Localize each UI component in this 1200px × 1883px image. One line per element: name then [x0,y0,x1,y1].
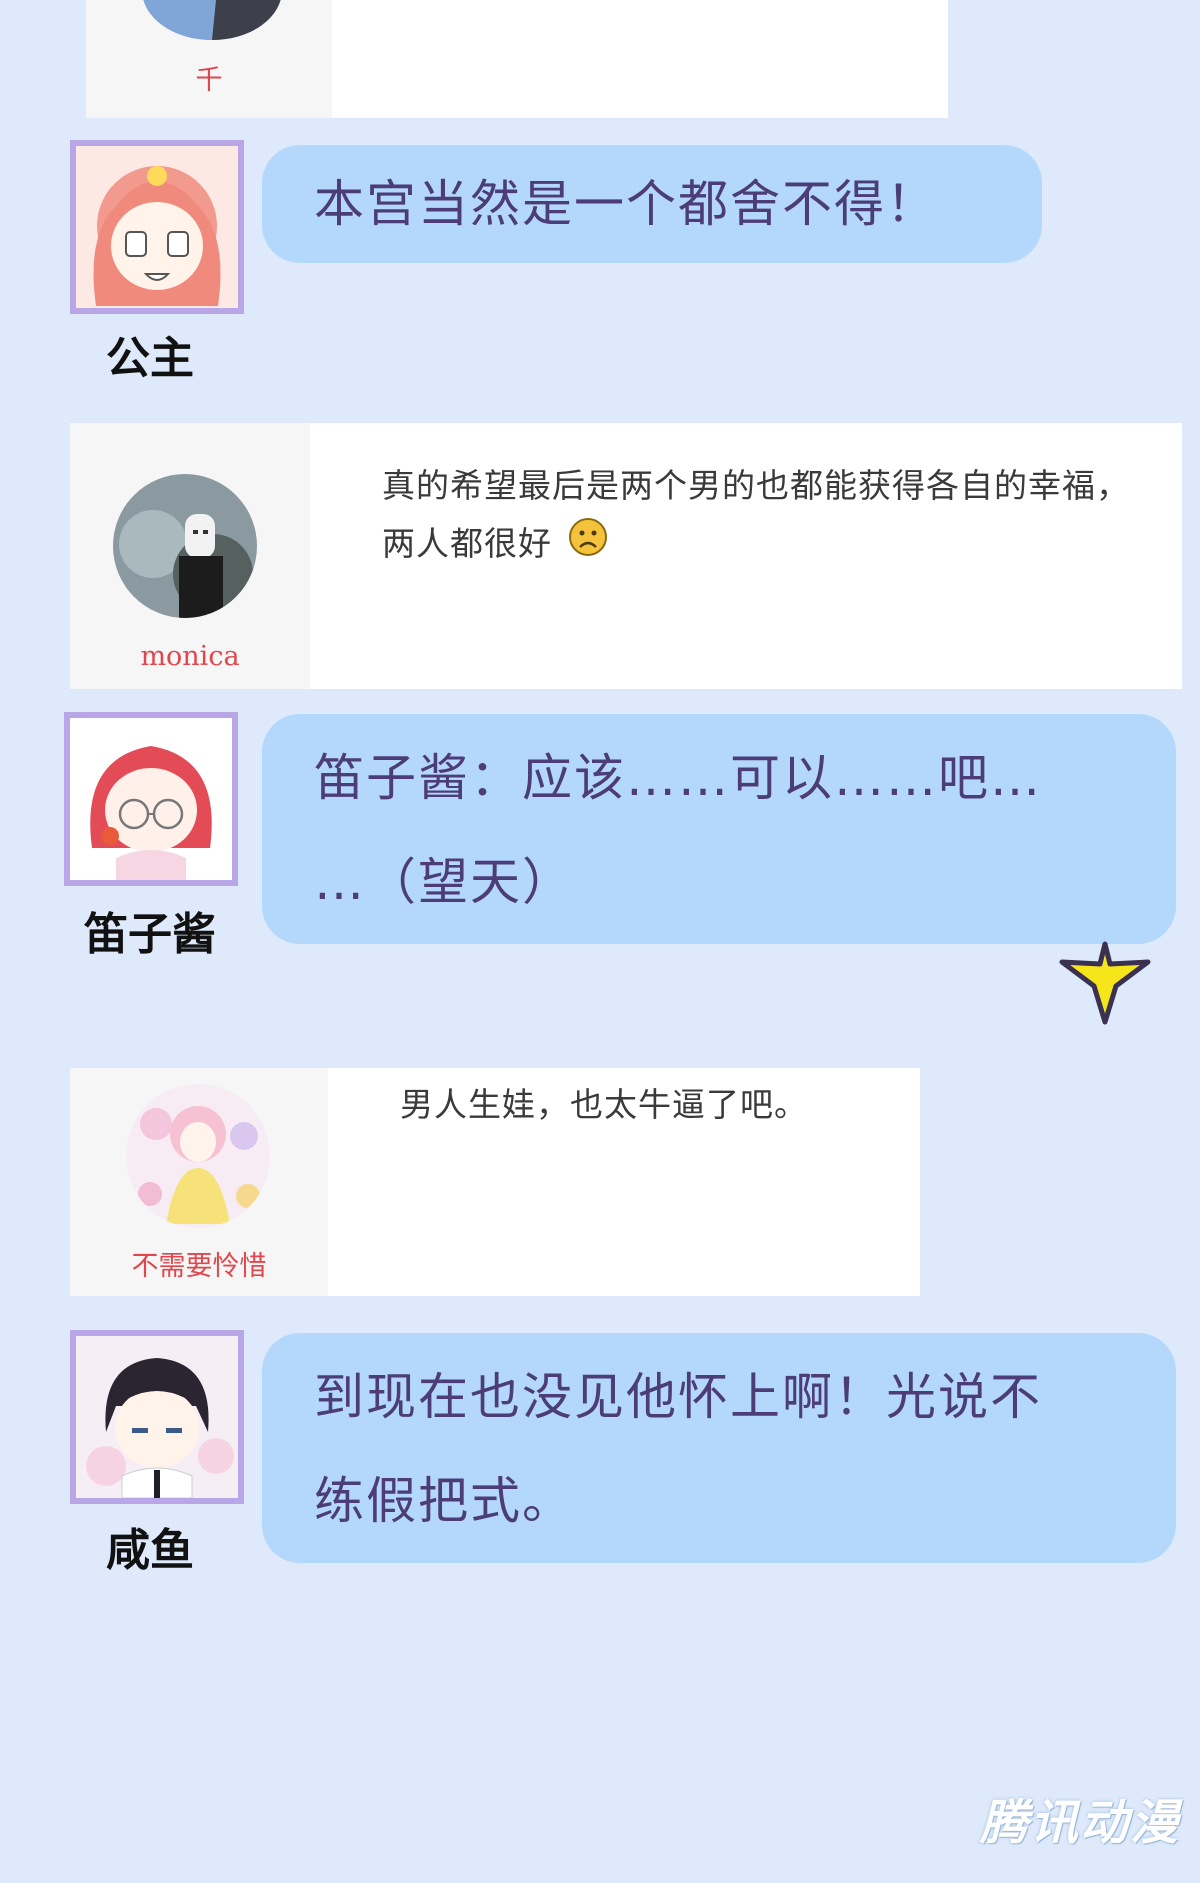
avatar-princess [70,140,244,314]
comment-username: monica [140,641,240,672]
speech-bubble-xianyu: 到现在也没见他怀上啊！光说不 练假把式。 [262,1333,1176,1563]
speaker-name-princess: 公主 [106,333,194,384]
bubble-text-line-2: 练假把式。 [314,1472,574,1530]
bubble-text-line-1: 到现在也没见他怀上啊！光说不 [314,1368,1042,1426]
speaker-name-dizijiang: 笛子酱 [84,909,216,960]
sparkle-star-icon [1058,940,1152,1030]
comment-card-3: 不需要怜惜 男人生娃，也太牛逼了吧。 [70,1068,920,1296]
comment-username: 千 [195,65,223,96]
frowning-face-emoji [568,517,608,575]
bubble-text-line-1: 本宫当然是一个都舍不得！ [314,175,938,233]
avatar-dizijiang [64,712,238,886]
watermark-logo: 腾讯动漫 [979,1795,1180,1851]
bubble-text-line-1: 笛子酱：应该……可以……吧… [314,749,1042,807]
comment-text: 男人生娃，也太牛逼了吧。 [400,1085,808,1124]
comment-text-line-1: 真的希望最后是两个男的也都能获得各自的幸福， [382,466,1130,505]
comment-avatar [113,474,257,618]
avatar-xianyu [70,1330,244,1504]
bubble-text-line-2: …（望天） [314,853,574,911]
speaker-name-xianyu: 咸鱼 [106,1525,194,1576]
comment-avatar [126,1084,270,1228]
comment-card-1: 千 [86,0,948,118]
comment-card-2: monica 真的希望最后是两个男的也都能获得各自的幸福， 两人都很好 [70,423,1182,689]
comment-text-line-2: 两人都很好 [382,515,608,575]
speech-bubble-princess: 本宫当然是一个都舍不得！ [262,145,1042,263]
comment-username: 不需要怜惜 [131,1251,267,1282]
speech-bubble-dizijiang: 笛子酱：应该……可以……吧… …（望天） [262,714,1176,944]
